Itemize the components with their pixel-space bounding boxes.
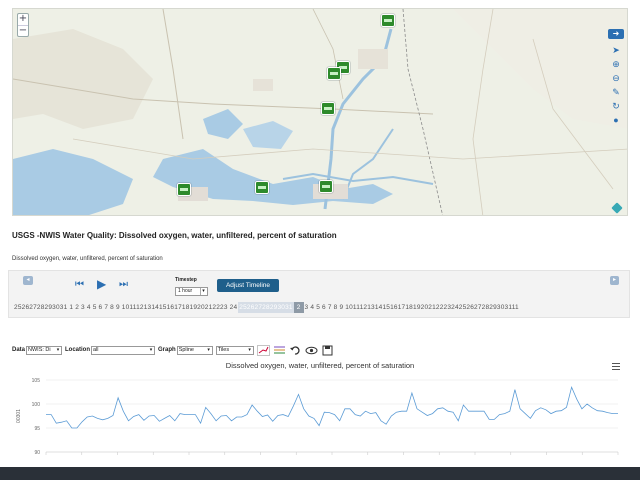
skip-forward-icon[interactable]: ⏭ (119, 280, 128, 290)
dates-before[interactable]: 25262728293031 1 2 3 4 5 6 7 8 9 1011121… (13, 304, 238, 311)
station-marker[interactable] (255, 181, 269, 194)
graph-type-select[interactable]: Spline ▾ (176, 345, 213, 355)
zoom-in-button[interactable]: + (18, 14, 28, 25)
zoom-out-icon[interactable]: ⊖ (611, 73, 621, 83)
zoom-control: + − (17, 13, 29, 37)
expand-arrow-icon[interactable]: ➜ (608, 29, 624, 39)
location-label: Location (65, 347, 91, 353)
dates-after[interactable]: 3 4 5 6 7 8 9 10111213141516171819202122… (304, 304, 520, 311)
ruler-icon[interactable]: ✎ (611, 87, 621, 97)
data-select[interactable]: NWIS: Di ▾ (26, 345, 63, 355)
chevron-down-icon: ▾ (200, 288, 206, 295)
station-marker[interactable] (381, 14, 395, 27)
timeline-left-button[interactable]: ◂ (23, 276, 33, 285)
trend-line-icon[interactable] (256, 344, 270, 356)
station-marker[interactable] (321, 102, 335, 115)
os-taskbar (0, 467, 640, 480)
data-label: Data (12, 347, 26, 353)
timestep-value: 1 hour (178, 288, 193, 294)
location-select[interactable]: all ▾ (91, 345, 156, 355)
tiles-select[interactable]: Tiles ▾ (215, 345, 254, 355)
zoom-in-icon[interactable]: ⊕ (611, 59, 621, 69)
chevron-down-icon: ▾ (207, 346, 210, 353)
pointer-icon[interactable]: ➤ (611, 45, 621, 55)
location-select-value: all (93, 346, 99, 353)
adjust-timeline-button[interactable]: Adjust Timeline (217, 279, 279, 292)
play-icon[interactable]: ▶ (97, 278, 106, 290)
chart-title: Dissolved oxygen, water, unfiltered, per… (225, 361, 415, 370)
timeline-panel: ◂ ⏮ ▶ ⏭ Timestep 1 hour ▾ Adjust Timelin… (8, 270, 630, 318)
data-series-line (46, 385, 618, 429)
line-chart: 105 100 95 90 00301 Dissolved oxygen, water,… (12, 358, 628, 464)
color-lines-icon[interactable] (273, 345, 286, 356)
graph-type-value: Spline (178, 346, 194, 353)
timeline-dates[interactable]: 25262728293031 1 2 3 4 5 6 7 8 9 1011121… (13, 302, 520, 313)
timeline-right-button[interactable]: ▸ (610, 276, 619, 285)
timestep-label: Timestep (175, 277, 197, 283)
save-icon[interactable] (321, 345, 334, 356)
undo-icon[interactable] (289, 345, 302, 356)
map-view[interactable]: + − ➜ ➤ ⊕ ⊖ ✎ ↻ ● (12, 8, 628, 216)
map-toolbar: ➜ ➤ ⊕ ⊖ ✎ ↻ ● (608, 29, 624, 125)
clock-icon[interactable]: ● (611, 115, 621, 125)
chart-svg: 105 100 95 90 00301 (16, 378, 619, 456)
y-tick-label: 100 (32, 402, 41, 408)
graph-label: Graph (158, 347, 176, 353)
data-select-value: NWIS: Di (28, 346, 51, 353)
station-marker[interactable] (319, 180, 333, 193)
zoom-out-button[interactable]: − (18, 25, 28, 36)
page-title: USGS -NWIS Water Quality: Dissolved oxyg… (12, 231, 337, 240)
station-marker[interactable] (177, 183, 191, 196)
timestep-select[interactable]: 1 hour ▾ (175, 287, 208, 296)
y-tick-label: 95 (34, 426, 40, 432)
graph-toolbar: Data NWIS: Di ▾ Location all ▾ Graph Splin… (12, 344, 337, 356)
chevron-down-icon: ▾ (149, 346, 153, 353)
refresh-icon[interactable]: ↻ (611, 101, 621, 111)
y-tick-label: 105 (32, 378, 41, 384)
chevron-down-icon: ▾ (56, 346, 60, 353)
dates-selected[interactable]: 25262728293031 (238, 302, 294, 313)
station-marker[interactable] (327, 67, 341, 80)
skip-back-icon[interactable]: ⏮ (75, 280, 84, 290)
eye-icon[interactable] (305, 345, 318, 356)
y-tick-label: 90 (34, 450, 40, 456)
chevron-down-icon: ▾ (248, 346, 251, 353)
y-axis-label: 00301 (16, 409, 22, 423)
parameter-label: Dissolved oxygen, water, unfiltered, per… (12, 256, 163, 262)
date-current[interactable]: 2 (293, 302, 304, 313)
hamburger-menu-icon[interactable] (612, 363, 620, 371)
tiles-value: Tiles (217, 346, 230, 353)
